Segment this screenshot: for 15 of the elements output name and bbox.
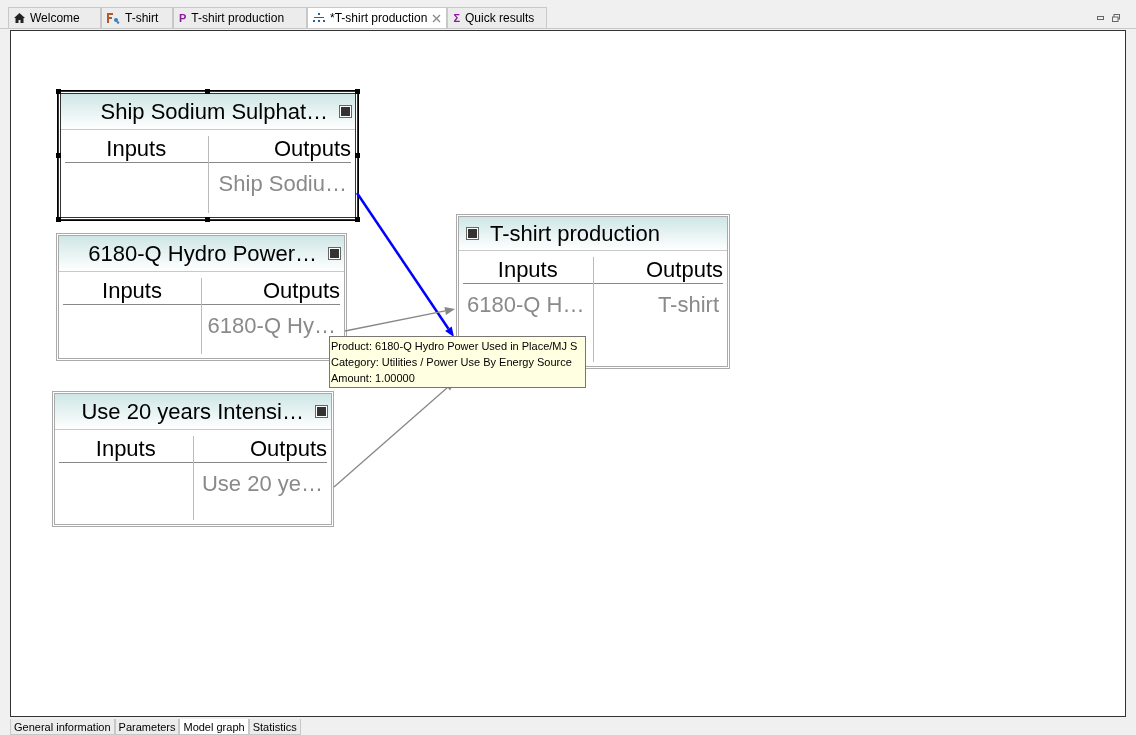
tooltip-line: Amount: 1.00000 (331, 371, 416, 386)
inputs-header: Inputs (463, 257, 593, 284)
node-title: Ship Sodium Sulphat… (100, 98, 328, 126)
outputs-header: Outputs (593, 257, 723, 284)
inputs-header: Inputs (65, 136, 208, 163)
node-title: Use 20 years Intensi… (81, 398, 304, 426)
outputs-header: Outputs (208, 136, 351, 163)
outputs-header: Outputs (193, 436, 327, 463)
outputs-header: Outputs (202, 278, 340, 305)
node-title: T-shirt production (490, 220, 660, 248)
node-title: 6180-Q Hydro Power… (88, 240, 317, 268)
inputs-header: Inputs (63, 278, 201, 305)
inputs-header: Inputs (59, 436, 193, 463)
letter-icon: P (179, 9, 187, 27)
letter-icon: Σ (453, 9, 460, 27)
